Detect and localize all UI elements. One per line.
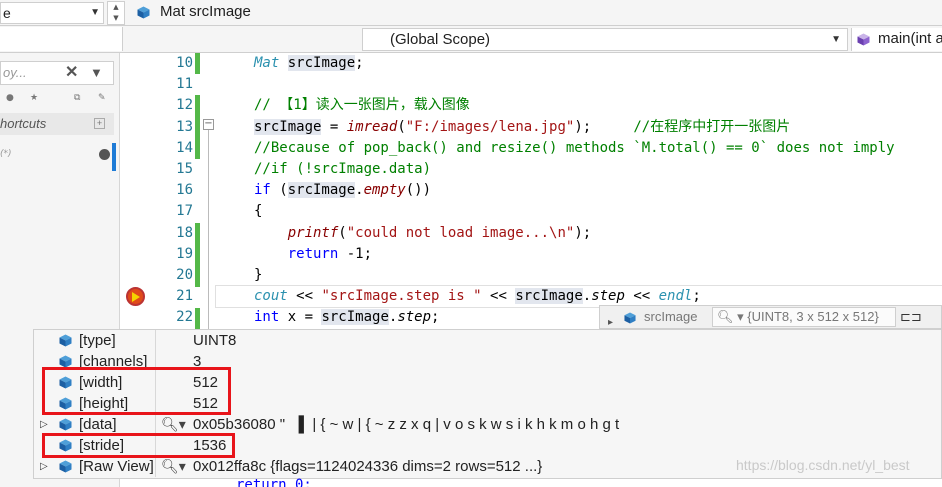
line-number: 14: [176, 139, 193, 156]
line-number: 20: [176, 266, 193, 283]
star-icon[interactable]: ★: [30, 93, 38, 103]
line-number: 22: [176, 309, 193, 326]
line-number: 12: [176, 97, 193, 114]
code-line: //Because of pop_back() and resize() met…: [254, 139, 895, 156]
field-icon: [59, 460, 72, 473]
line-number: 19: [176, 245, 193, 262]
change-bar: [195, 53, 200, 74]
settings-icon[interactable]: ✎: [98, 93, 106, 103]
filter-icon[interactable]: ▼: [90, 62, 103, 84]
field-icon: [59, 334, 72, 347]
watermark: https://blog.csdn.net/yl_best: [736, 457, 910, 473]
column-divider: [155, 330, 156, 351]
line-number: 11: [176, 76, 193, 93]
scope-left-blank: [0, 27, 123, 51]
code-line-partial: return 0;: [236, 477, 312, 487]
line-number: 21: [176, 288, 193, 305]
sync-icon[interactable]: ⧉: [74, 93, 80, 103]
datatip-header[interactable]: ▸ srcImage 🔍︎ ▾ {UINT8, 3 x 512 x 512} ⊏…: [599, 305, 942, 329]
variable-icon: [624, 312, 636, 324]
line-number: 10: [176, 55, 193, 71]
clock-icon: [99, 149, 110, 160]
watch-row-name: [data]: [79, 416, 117, 433]
symbol-title: Mat srcImage: [160, 3, 251, 20]
magnifier-icon[interactable]: 🔍︎▾: [161, 414, 186, 435]
method-icon: [857, 33, 870, 46]
datatip-value-field[interactable]: 🔍︎ ▾ {UINT8, 3 x 512 x 512}: [712, 307, 896, 327]
annotation-box-stride: [42, 433, 235, 458]
shortcuts-title: hortcuts: [0, 116, 47, 131]
line-number: 15: [176, 160, 193, 177]
shortcuts-header[interactable]: hortcuts +: [0, 113, 114, 135]
code-lines: Mat srcImage; // 【1】读入一张图片，载入图像 srcImage…: [215, 53, 942, 328]
datatip-variable-name: srcImage: [644, 309, 698, 324]
pin-datatip-icon[interactable]: ⊏⊐: [900, 306, 922, 328]
panel-toolbar: ● ★ ⧉ ✎: [0, 91, 114, 107]
project-combo[interactable]: e ▼: [0, 2, 104, 24]
code-line: return -1;: [287, 245, 373, 262]
selection-indicator: [112, 143, 116, 171]
project-combo-value: e: [3, 5, 11, 21]
change-bar: [195, 223, 200, 287]
code-line: //if (!srcImage.data): [254, 160, 432, 177]
function-combo[interactable]: main(int a: [851, 28, 942, 51]
close-icon[interactable]: ✕: [65, 62, 78, 84]
line-number: 17: [176, 203, 193, 220]
expand-icon[interactable]: +: [94, 118, 105, 129]
code-line: printf("could not load image...\n");: [287, 224, 592, 241]
code-line: {: [254, 203, 263, 220]
watch-row-name: [type]: [79, 332, 116, 349]
search-input[interactable]: oy... ✕ ▼: [0, 61, 114, 85]
field-icon: [59, 418, 72, 431]
expand-arrow-icon[interactable]: ▷: [40, 414, 48, 435]
scroll-stepper[interactable]: ▲ ▼: [107, 1, 125, 25]
annotation-box-width-height: [42, 367, 231, 415]
line-numbers: 10 11 12 13 14 15 16 17 18 19 20 21 22: [149, 53, 193, 328]
line-number: 18: [176, 224, 193, 241]
search-placeholder: oy...: [3, 65, 27, 80]
collapse-icon[interactable]: −: [203, 119, 214, 130]
scope-combo-value: (Global Scope): [390, 31, 491, 48]
datatip-value: {UINT8, 3 x 512 x 512}: [747, 309, 879, 324]
code-line: srcImage = imread("F:/images/lena.jpg");…: [254, 118, 791, 135]
breakpoint-current-line-icon[interactable]: [126, 287, 145, 306]
scope-bar: (Global Scope) ▼ main(int a: [0, 26, 942, 53]
magnifier-icon[interactable]: 🔍︎▾: [161, 456, 186, 477]
search-icon[interactable]: 🔍︎ ▾: [717, 309, 747, 324]
function-combo-value: main(int a: [878, 30, 942, 47]
watch-row-value[interactable]: 0x05b36080 " ▐ | { ~ w | { ~ z z x q | v…: [193, 414, 619, 435]
change-bar: [195, 95, 200, 159]
chevron-down-icon[interactable]: ▼: [108, 13, 124, 24]
chevron-down-icon[interactable]: ▼: [831, 29, 841, 50]
line-number: 13: [176, 118, 193, 135]
column-divider: [155, 414, 156, 435]
expand-arrow-icon[interactable]: ▷: [40, 456, 48, 477]
chevron-down-icon[interactable]: ▼: [90, 3, 100, 23]
code-line: }: [254, 266, 263, 283]
watch-row-name: [Raw View]: [79, 458, 154, 475]
column-divider: [155, 456, 156, 477]
watch-row[interactable]: ▷ [data] 🔍︎▾ 0x05b36080 " ▐ | { ~ w | { …: [34, 414, 942, 435]
list-item[interactable]: (*): [0, 149, 12, 159]
code-line: if (srcImage.empty()): [254, 182, 432, 199]
change-bar: [195, 308, 200, 330]
code-line: Mat srcImage;: [254, 55, 364, 71]
outline-guide: [208, 130, 209, 330]
watch-row[interactable]: [type] UINT8: [34, 330, 942, 351]
navigation-bar: e ▼ ▲ ▼ Mat srcImage: [0, 0, 942, 26]
scope-combo[interactable]: (Global Scope) ▼: [362, 28, 848, 51]
home-icon[interactable]: ●: [6, 93, 14, 103]
variable-icon: [137, 6, 150, 19]
code-line: // 【1】读入一张图片，载入图像: [254, 97, 470, 114]
chevron-up-icon[interactable]: ▲: [108, 2, 124, 13]
watch-row-value[interactable]: UINT8: [193, 330, 236, 351]
watch-row-value[interactable]: 0x012ffa8c {flags=1124024336 dims=2 rows…: [193, 456, 542, 477]
line-number: 16: [176, 182, 193, 199]
